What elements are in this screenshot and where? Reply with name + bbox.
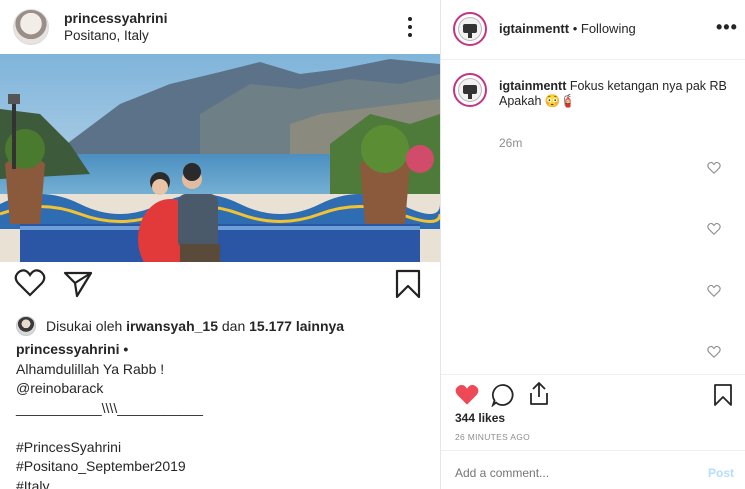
comment-username[interactable]: igtainmentt	[499, 79, 566, 93]
post-comment-button[interactable]: Post	[708, 466, 734, 480]
comment-icon[interactable]	[491, 383, 515, 407]
more-options-icon[interactable]: •••	[716, 18, 738, 36]
share-icon[interactable]	[62, 268, 94, 298]
comment-time[interactable]: 26m	[499, 136, 522, 150]
heart-outline-icon[interactable]	[14, 268, 46, 298]
post-location[interactable]: Positano, Italy	[64, 28, 149, 43]
caption-author[interactable]: princessyahrini •	[16, 340, 426, 360]
caption-hashtag[interactable]: #Italy	[16, 477, 426, 489]
liker-avatar[interactable]	[16, 316, 36, 336]
poster-username[interactable]: princessyahrini	[64, 10, 168, 26]
liked-by-prefix: Disukai oleh	[46, 318, 123, 334]
account-follow-text: igtainmentt • Following	[499, 21, 636, 36]
comment-like-heart-icon[interactable]	[707, 222, 721, 236]
comment-text-second-line: Apakah 😳🧯	[499, 94, 576, 108]
more-options-icon[interactable]	[400, 14, 420, 40]
panel-header: igtainmentt • Following •••	[441, 0, 745, 60]
bookmark-icon[interactable]	[394, 268, 422, 300]
account-avatar[interactable]	[453, 12, 487, 46]
positano-scene	[0, 54, 440, 262]
post-time-ago: 26 MINUTES AGO	[455, 432, 531, 442]
likes-count[interactable]: 344 likes	[455, 411, 505, 425]
post-caption: princessyahrini • Alhamdulillah Ya Rabb …	[16, 340, 426, 489]
post-photo	[0, 54, 440, 262]
add-comment-bar: Post	[441, 450, 745, 489]
share-upload-icon[interactable]	[527, 381, 551, 407]
post-header: princessyahrini Positano, Italy	[0, 0, 440, 54]
comment-body: igtainmentt Fokus ketangan nya pak RB Ap…	[499, 79, 729, 109]
caption-mention[interactable]: @reinobarack	[16, 379, 426, 399]
liked-by-others[interactable]: 15.177 lainnya	[249, 318, 344, 334]
comment-like-heart-icon[interactable]	[707, 161, 721, 175]
caption-hashtag[interactable]: #Positano_September2019	[16, 457, 426, 477]
add-comment-input[interactable]	[455, 466, 685, 480]
caption-hashtag[interactable]: #PrincesSyahrini	[16, 438, 426, 458]
comment-like-heart-icon[interactable]	[707, 345, 721, 359]
bookmark-icon[interactable]	[713, 383, 733, 407]
comment-text: Fokus ketangan nya pak RB	[569, 79, 727, 93]
right-comments-panel: igtainmentt • Following ••• igtainmentt …	[440, 0, 745, 489]
separator-dot: •	[572, 21, 578, 36]
follow-status[interactable]: Following	[581, 21, 636, 36]
liked-by-row: Disukai oleh irwansyah_15 dan 15.177 lai…	[16, 316, 344, 336]
caption-line: ___________\\\\___________	[16, 399, 203, 416]
account-username[interactable]: igtainmentt	[499, 21, 569, 36]
poster-avatar[interactable]	[13, 9, 49, 45]
liked-by-user[interactable]: irwansyah_15	[126, 318, 218, 334]
commenter-avatar[interactable]	[453, 73, 487, 107]
heart-filled-icon[interactable]	[454, 383, 480, 407]
comment-like-heart-icon[interactable]	[707, 284, 721, 298]
caption-line: Alhamdulillah Ya Rabb !	[16, 360, 165, 377]
left-post-panel: princessyahrini Positano, Italy Disukai …	[0, 0, 440, 489]
post-actions	[0, 268, 440, 308]
liked-by-joiner: dan	[221, 318, 246, 334]
